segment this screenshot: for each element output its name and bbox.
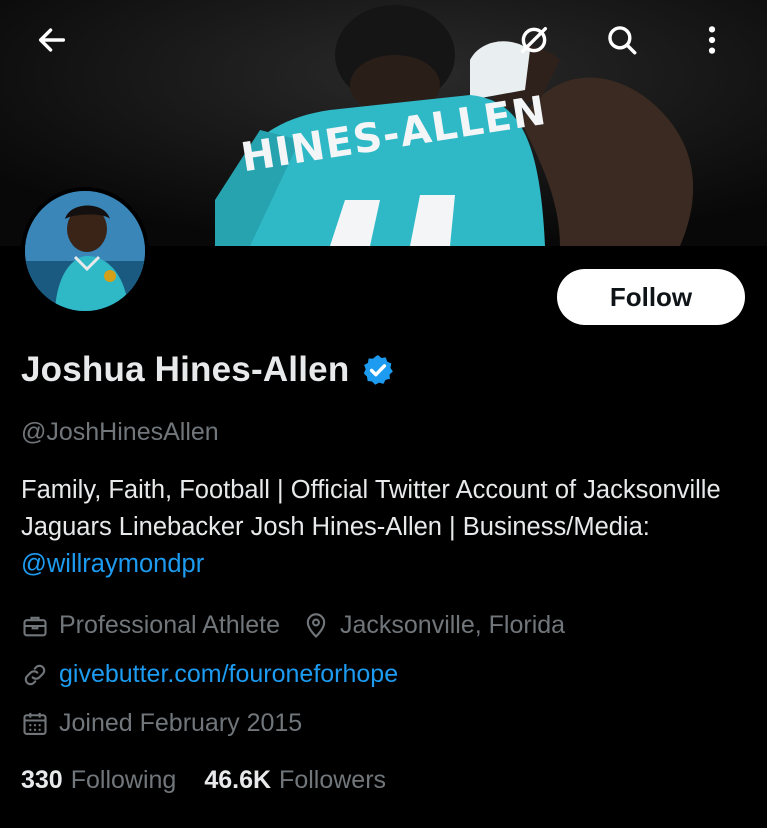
bio: Family, Faith, Football | Official Twitt… <box>21 472 741 583</box>
handle: @JoshHinesAllen <box>21 418 219 446</box>
arrow-left-icon <box>38 28 66 52</box>
verified-badge-icon[interactable] <box>361 353 395 387</box>
briefcase-icon <box>23 616 47 636</box>
location-text: Jacksonville, Florida <box>339 611 566 639</box>
follow-button[interactable]: Follow <box>557 269 745 325</box>
link-icon <box>24 664 46 685</box>
display-name: Joshua Hines-Allen <box>21 350 350 389</box>
website-row: givebutter.com/fouroneforhope <box>21 660 398 689</box>
joined-row: Joined February 2015 <box>21 709 302 738</box>
more-vertical-icon <box>708 26 716 54</box>
followers-stat[interactable]: 46.6K Followers <box>204 766 386 795</box>
bio-text: Family, Faith, Football | Official Twitt… <box>21 476 721 541</box>
more-button[interactable] <box>684 12 740 68</box>
calendar-icon <box>23 712 47 735</box>
website-link[interactable]: givebutter.com/fouroneforhope <box>59 660 398 689</box>
profession-location-row: Professional Athlete Jacksonville, Flori… <box>21 611 565 640</box>
location-pin-icon <box>306 612 326 638</box>
following-count: 330 <box>21 766 63 794</box>
profession-text: Professional Athlete <box>59 611 280 639</box>
search-icon <box>608 26 637 55</box>
avatar-image <box>25 191 145 311</box>
back-button[interactable] <box>24 12 80 68</box>
bio-mention-link[interactable]: @willraymondpr <box>21 550 204 578</box>
joined-text: Joined February 2015 <box>59 709 303 737</box>
following-label: Following <box>70 766 177 794</box>
follow-stats: 330 Following 46.6K Followers <box>21 766 386 795</box>
name-row: Joshua Hines-Allen <box>21 350 395 390</box>
avatar[interactable] <box>21 187 149 315</box>
followers-count: 46.6K <box>204 766 272 794</box>
followers-label: Followers <box>279 766 387 794</box>
grok-button[interactable] <box>506 12 562 68</box>
slash-circle-icon <box>520 26 548 54</box>
following-stat[interactable]: 330 Following <box>21 766 176 795</box>
search-button[interactable] <box>594 12 650 68</box>
